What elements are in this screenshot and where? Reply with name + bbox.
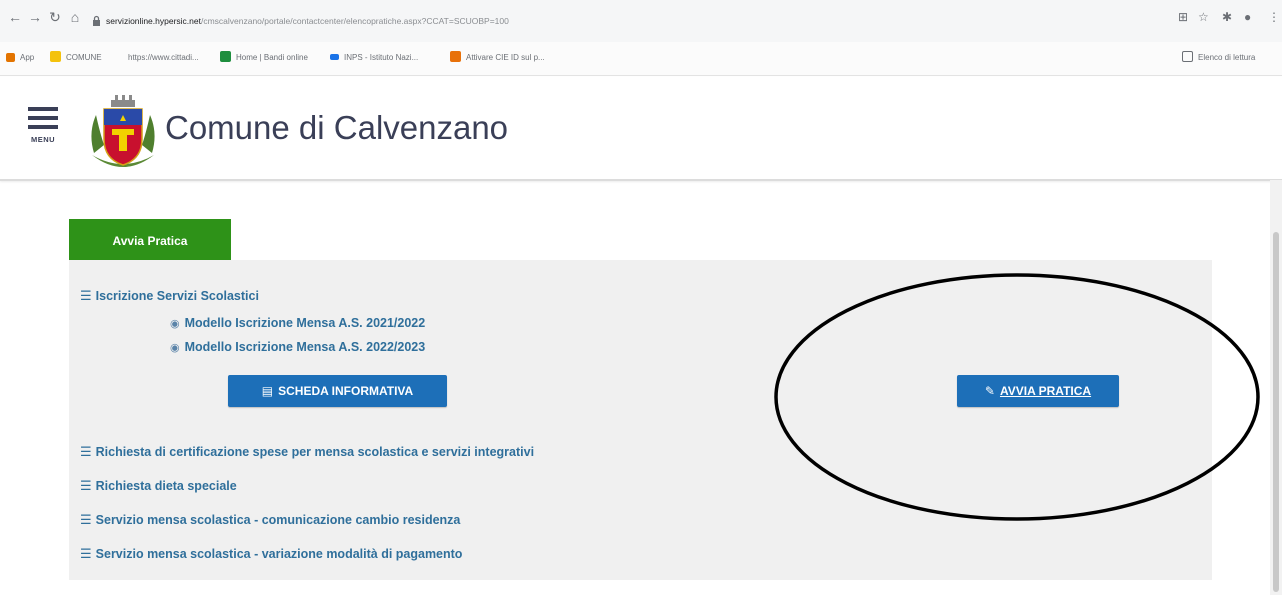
bookmark-bandi[interactable]: Home | Bandi online (220, 51, 308, 65)
link-certificazione-spese[interactable]: ☰ Richiesta di certificazione spese per m… (80, 444, 534, 460)
link-label: Servizio mensa scolastica - variazione m… (95, 547, 463, 561)
scrollbar-thumb[interactable] (1273, 232, 1279, 592)
site-header: MENU Comune di Calvenzano (0, 77, 1282, 181)
apps-grid-icon (6, 53, 15, 62)
link-label: Servizio mensa scolastica - comunicazion… (95, 513, 461, 527)
back-arrow-icon[interactable]: ← (8, 10, 22, 24)
translate-icon[interactable]: ⊞ (1178, 10, 1188, 24)
browser-toolbar: ← → ↻ ⌂ servizionline.hypersic.net/cmsca… (0, 0, 1282, 42)
reading-list-icon (1182, 51, 1193, 62)
bullet-circle-icon: ◉ (170, 318, 180, 330)
bookmark-cie[interactable]: Attivare CIE ID sul p... (450, 51, 545, 65)
link-label: Richiesta di certificazione spese per me… (95, 445, 535, 459)
link-label: Richiesta dieta speciale (95, 479, 237, 493)
reading-list[interactable]: Elenco di lettura (1182, 51, 1255, 65)
inps-icon (330, 54, 339, 60)
menu-button[interactable]: MENU (28, 107, 58, 145)
list-icon: ☰ (80, 478, 92, 493)
list-icon: ☰ (80, 444, 92, 459)
profile-avatar-icon[interactable]: ● (1244, 10, 1251, 24)
folder-icon (50, 51, 61, 62)
menu-label: MENU (30, 135, 56, 144)
sub-item-label: Modello Iscrizione Mensa A.S. 2022/2023 (184, 340, 426, 354)
url-host: servizionline.hypersic.net (106, 16, 201, 26)
bookmark-apps[interactable]: App (6, 51, 34, 65)
forward-arrow-icon[interactable]: → (28, 10, 42, 24)
list-icon: ☰ (80, 512, 92, 527)
menu-line (28, 116, 58, 120)
sub-item-mensa-2021[interactable]: ◉ Modello Iscrizione Mensa A.S. 2021/2022 (170, 316, 425, 330)
link-cambio-residenza[interactable]: ☰ Servizio mensa scolastica - comunicazio… (80, 512, 460, 528)
menu-line (28, 125, 58, 129)
lock-icon (93, 15, 100, 26)
link-dieta-speciale[interactable]: ☰ Richiesta dieta speciale (80, 478, 237, 494)
link-variazione-pagamento[interactable]: ☰ Servizio mensa scolastica - variazione … (80, 546, 462, 562)
bandi-icon (220, 51, 231, 62)
reload-icon[interactable]: ↻ (48, 10, 62, 24)
bookmark-star-icon[interactable]: ☆ (1198, 10, 1209, 24)
sub-item-mensa-2022[interactable]: ◉ Modello Iscrizione Mensa A.S. 2022/2023 (170, 340, 425, 354)
url-path: /cmscalvenzano/portale/contactcenter/ele… (200, 16, 509, 26)
category-label: Iscrizione Servizi Scolastici (95, 289, 259, 303)
highlight-ellipse-annotation (774, 273, 1260, 521)
sub-item-label: Modello Iscrizione Mensa A.S. 2021/2022 (184, 316, 426, 330)
menu-line (28, 107, 58, 111)
bookmarks-bar: App COMUNE https://www.cittadi... Home |… (0, 42, 1282, 76)
home-icon[interactable]: ⌂ (68, 10, 82, 24)
info-card-icon: ▤ (261, 384, 274, 398)
scheda-informativa-label: SCHEDA INFORMATIVA (278, 384, 414, 398)
bullet-circle-icon: ◉ (170, 342, 180, 354)
bookmark-comune[interactable]: COMUNE (50, 51, 102, 65)
bookmark-cittadi[interactable]: https://www.cittadi... (128, 51, 199, 65)
page-scrollbar[interactable] (1270, 180, 1282, 595)
bookmark-inps[interactable]: INPS - Istituto Nazi... (330, 51, 418, 65)
scheda-informativa-button[interactable]: ▤ SCHEDA INFORMATIVA (228, 375, 447, 407)
extensions-icon[interactable]: ✱ (1222, 10, 1232, 24)
list-icon: ☰ (80, 288, 92, 303)
tab-avvia-pratica[interactable]: Avvia Pratica (69, 219, 231, 260)
cie-icon (450, 51, 461, 62)
site-title[interactable]: Comune di Calvenzano (165, 109, 508, 147)
more-options-icon[interactable]: ⋮ (1268, 10, 1280, 24)
list-icon: ☰ (80, 546, 92, 561)
municipal-crest-logo[interactable] (86, 93, 160, 179)
category-iscrizione-servizi-scolastici[interactable]: ☰ Iscrizione Servizi Scolastici (80, 288, 259, 304)
address-bar[interactable]: servizionline.hypersic.net/cmscalvenzano… (106, 14, 1282, 28)
